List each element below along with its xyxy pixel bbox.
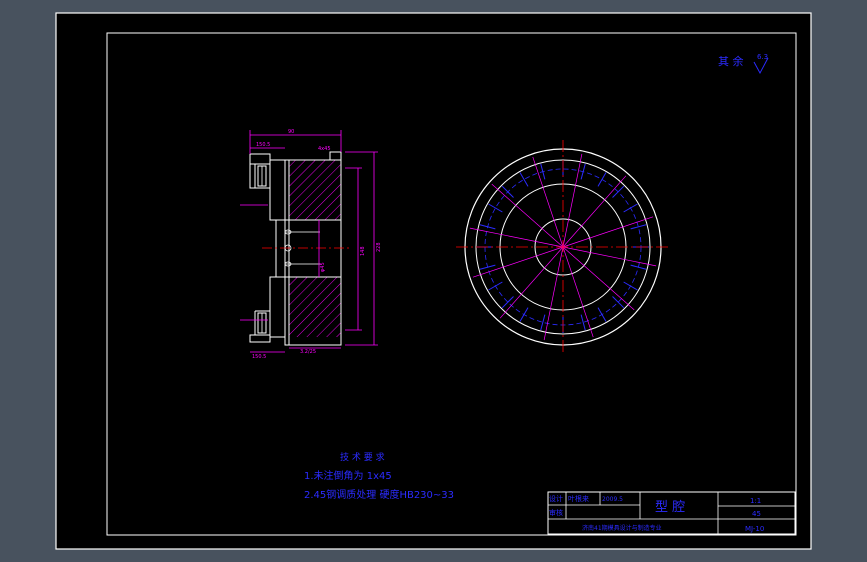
design-date: 2009.5 [602, 496, 623, 503]
dim-top-width: 90 [288, 129, 294, 135]
dim-top-left: 150.5 [256, 142, 270, 148]
surface-note-value: 6.3 [757, 53, 768, 61]
tech-title: 技 术 要 求 [340, 451, 385, 463]
material-value: 45 [752, 510, 761, 518]
cad-drawing-sheet: 其 余 6.3 90 150.5 4x45 228 148 φ45 150.5 … [55, 12, 812, 550]
dim-bottom-left: 150.5 [252, 354, 266, 360]
dim-right-outer: 228 [376, 242, 382, 252]
hatch-top [289, 160, 341, 220]
dim-bore: φ45 [320, 262, 326, 272]
row-label-review: 审核 [549, 508, 563, 517]
designer-name: 叶根来 [568, 494, 589, 503]
dim-right-inner: 148 [360, 246, 366, 256]
tech-line-2: 2.45钢调质处理 硬度HB230~33 [304, 488, 454, 501]
dim-bottom-mid: 3.2/25 [300, 349, 316, 355]
hatch-bottom [289, 277, 341, 337]
scale-value: 1:1 [750, 497, 761, 505]
tech-line-1: 1.未注倒角为 1x45 [304, 469, 392, 482]
school-name: 济南41期模具设计与制造专业 [582, 524, 662, 532]
paper-outer [55, 12, 812, 550]
drawing-number: MJ-10 [745, 525, 764, 533]
row-label-design: 设计 [549, 494, 563, 503]
part-name: 型 腔 [655, 500, 685, 515]
surface-note-prefix: 其 余 [718, 54, 744, 68]
dim-top-right: 4x45 [318, 146, 331, 152]
